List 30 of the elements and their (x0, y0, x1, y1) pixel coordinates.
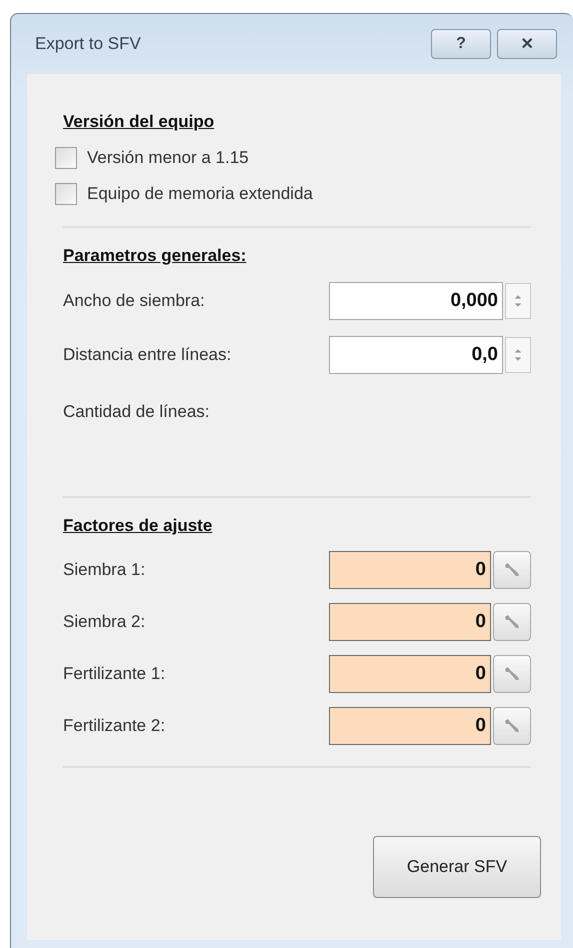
wrench-button[interactable] (493, 707, 531, 745)
help-button[interactable]: ? (431, 29, 491, 59)
factor-field[interactable]: 0 (329, 551, 491, 589)
field-label: Cantidad de líneas: (63, 402, 210, 422)
close-button[interactable]: ✕ (497, 29, 557, 59)
generate-button[interactable]: Generar SFV (373, 836, 541, 898)
number-field[interactable]: 0,000 (329, 282, 503, 320)
checkbox[interactable] (55, 147, 77, 169)
spinner-icon[interactable] (505, 337, 531, 373)
wrench-button[interactable] (493, 551, 531, 589)
field-label: Fertilizante 2: (63, 716, 166, 736)
factor-field[interactable]: 0 (329, 707, 491, 745)
checkbox[interactable] (55, 183, 77, 205)
factor-field[interactable]: 0 (329, 603, 491, 641)
wrench-button[interactable] (493, 655, 531, 693)
window-title: Export to SFV (35, 34, 141, 54)
number-field[interactable]: 0,0 (329, 336, 503, 374)
factor-field[interactable]: 0 (329, 655, 491, 693)
checkbox-label: Equipo de memoria extendida (87, 184, 313, 204)
wrench-button[interactable] (493, 603, 531, 641)
field-label: Distancia entre líneas: (63, 345, 232, 365)
section-heading: Parametros generales: (63, 246, 246, 266)
spinner-icon[interactable] (505, 283, 531, 319)
section-heading: Versión del equipo (63, 112, 214, 132)
field-label: Siembra 1: (63, 560, 146, 580)
checkbox-label: Versión menor a 1.15 (87, 148, 249, 168)
section-heading: Factores de ajuste (63, 516, 212, 536)
field-label: Fertilizante 1: (63, 664, 166, 684)
field-label: Ancho de siembra: (63, 291, 205, 311)
field-label: Siembra 2: (63, 612, 146, 632)
